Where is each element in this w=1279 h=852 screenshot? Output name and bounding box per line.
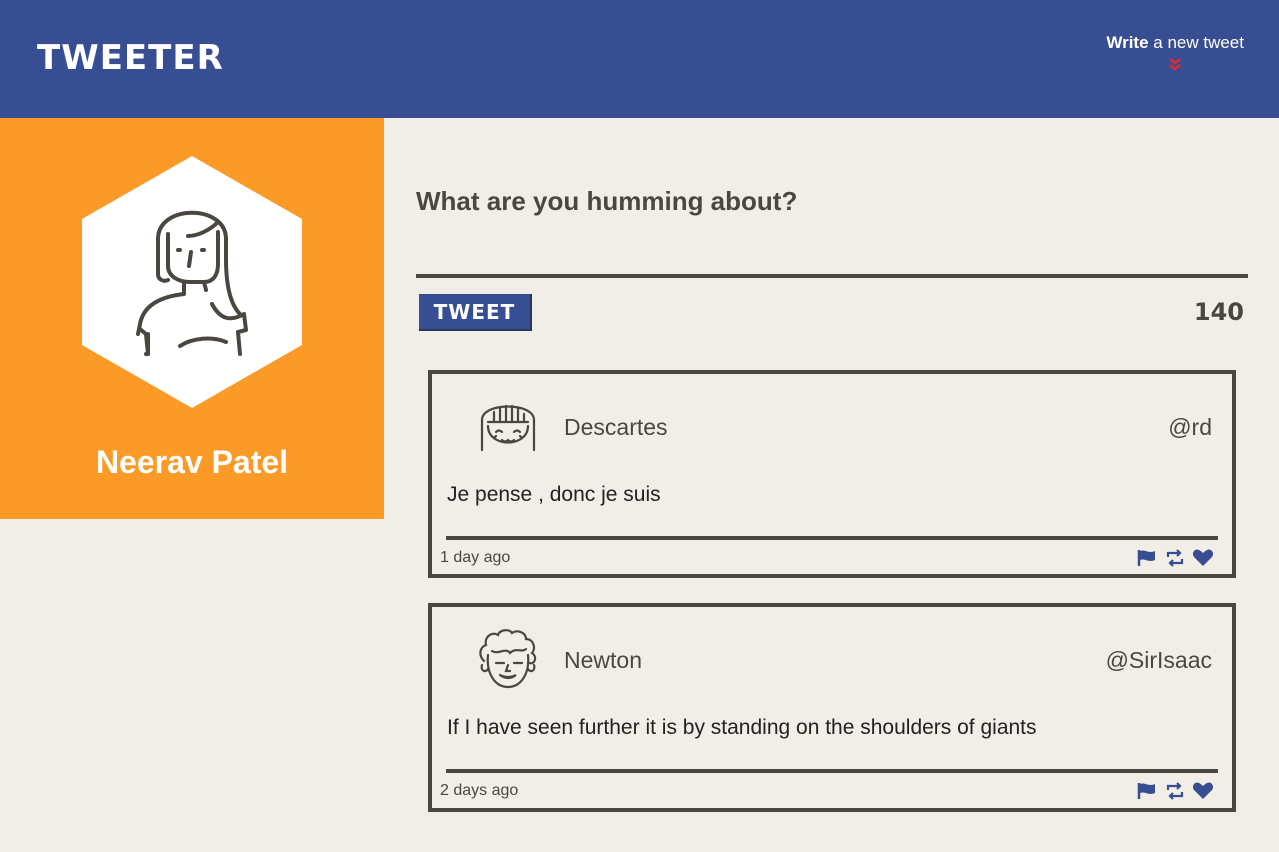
tweet-content: Je pense , donc je suis — [447, 483, 661, 506]
profile-panel: Neerav Patel — [0, 118, 384, 519]
tweet-timestamp: 1 day ago — [440, 549, 511, 566]
profile-avatar — [82, 156, 302, 408]
tweet-handle[interactable]: @SirIsaac — [1106, 647, 1212, 674]
tweet-handle[interactable]: @rd — [1168, 414, 1212, 441]
double-chevron-down-icon — [1169, 57, 1181, 71]
newton-avatar-icon — [479, 629, 537, 689]
tweet-actions — [1136, 549, 1214, 567]
profile-name: Neerav Patel — [95, 444, 289, 480]
flag-icon[interactable] — [1136, 782, 1158, 800]
tweet-card: Descartes @rd Je pense , donc je suis 1 … — [428, 370, 1236, 578]
tweet-divider — [446, 536, 1218, 540]
tweet-content: If I have seen further it is by standing… — [447, 716, 1037, 739]
descartes-avatar-icon — [480, 404, 536, 452]
composer-label: What are you humming about? — [416, 186, 798, 216]
brand-logo[interactable]: Tweeter — [37, 38, 224, 78]
tweet-timestamp: 2 days ago — [440, 782, 519, 799]
tweet-card: Newton @SirIsaac If I have seen further … — [428, 603, 1236, 812]
heart-icon[interactable] — [1192, 549, 1214, 567]
flag-icon[interactable] — [1136, 549, 1158, 567]
tweet-divider — [446, 769, 1218, 773]
navbar: Tweeter Write a new tweet — [0, 0, 1279, 118]
compose-toggle-label: a new tweet — [1148, 33, 1244, 52]
tweet-button[interactable]: Tweet — [419, 294, 532, 331]
tweet-author[interactable]: Descartes — [564, 414, 668, 441]
tweet-input[interactable] — [416, 232, 1248, 278]
retweet-icon[interactable] — [1164, 782, 1186, 800]
tweet-author[interactable]: Newton — [564, 647, 642, 674]
tweet-actions — [1136, 782, 1214, 800]
compose-toggle-bold: Write — [1106, 33, 1149, 52]
compose-toggle-button[interactable]: Write a new tweet — [1106, 33, 1244, 71]
character-counter: 140 — [1193, 298, 1244, 326]
heart-icon[interactable] — [1192, 782, 1214, 800]
retweet-icon[interactable] — [1164, 549, 1186, 567]
